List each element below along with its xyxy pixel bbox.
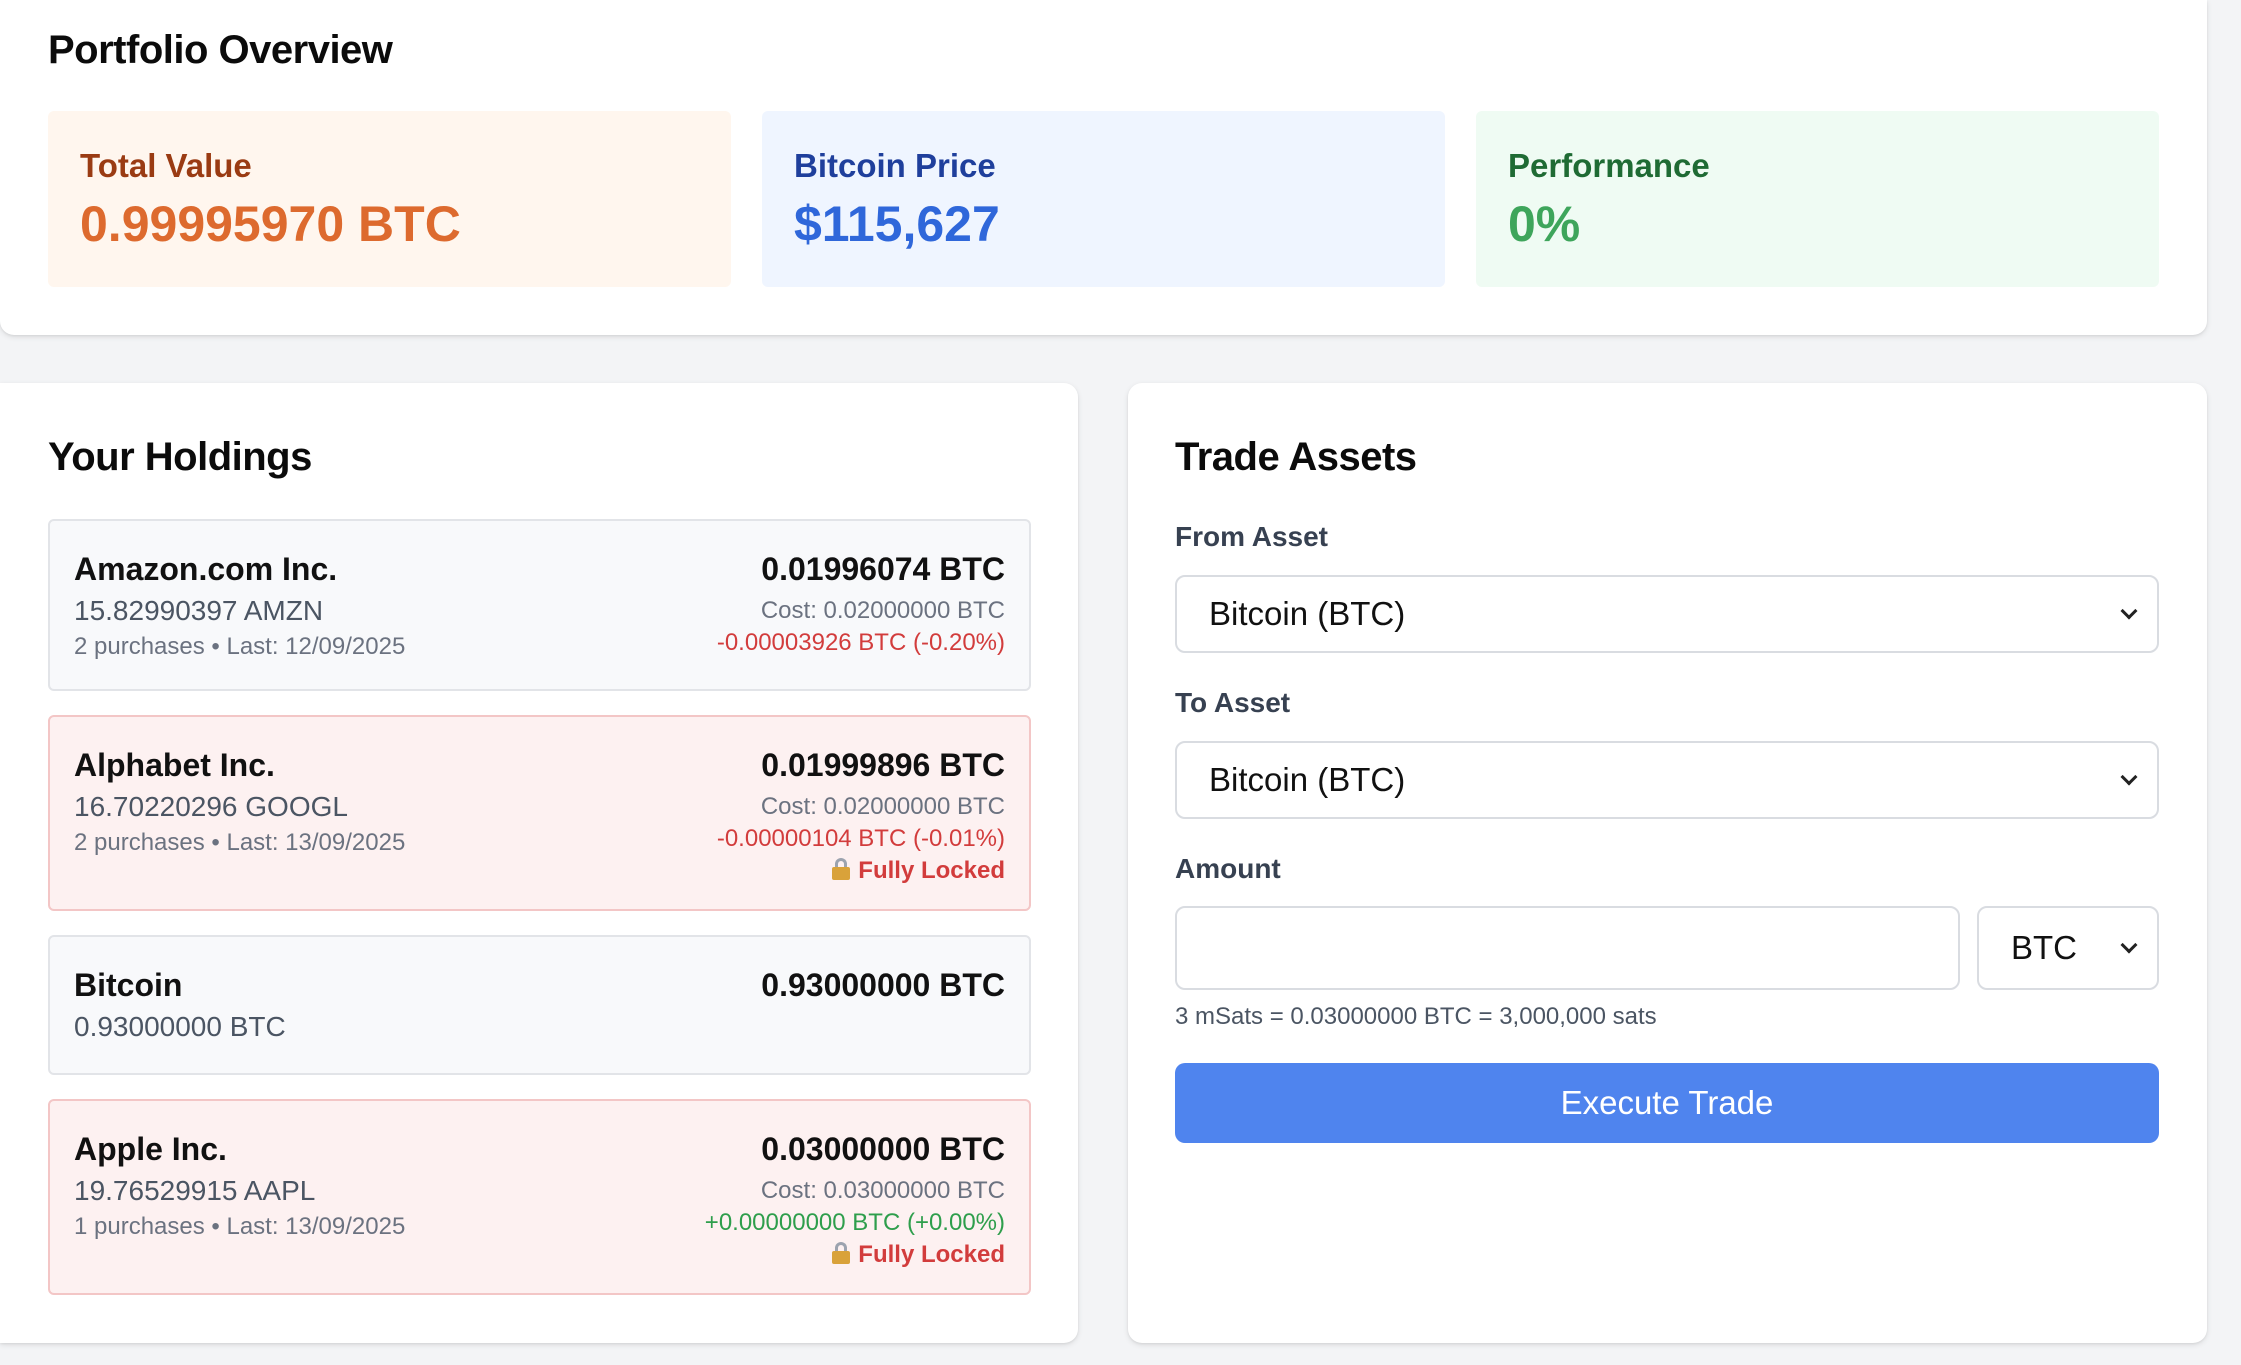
total-value-card: Total Value 0.99995970 BTC bbox=[48, 111, 731, 287]
from-asset-label: From Asset bbox=[1175, 521, 1329, 552]
bitcoin-price-card: Bitcoin Price $115,627 bbox=[762, 111, 1445, 287]
holding-cost: Cost: 0.03000000 BTC bbox=[760, 1177, 1005, 1204]
holding-quantity: 15.82990397 AMZN bbox=[74, 595, 324, 626]
holding-item-alphabet[interactable]: Alphabet Inc. 16.70220296 GOOGL 2 purcha… bbox=[48, 715, 1031, 911]
to-asset-value: Bitcoin (BTC) bbox=[1209, 761, 1406, 798]
holding-pnl: -0.00003926 BTC (-0.20%) bbox=[716, 629, 1005, 656]
holding-meta: 1 purchases • Last: 13/09/2025 bbox=[74, 1213, 406, 1240]
holding-name: Bitcoin bbox=[74, 967, 183, 1003]
holding-pnl: +0.00000000 BTC (+0.00%) bbox=[704, 1209, 1005, 1236]
portfolio-overview-card: Portfolio Overview Total Value 0.9999597… bbox=[0, 0, 2207, 335]
conversion-hint: 3 mSats = 0.03000000 BTC = 3,000,000 sat… bbox=[1175, 1003, 1657, 1030]
holding-name: Alphabet Inc. bbox=[74, 747, 275, 783]
amount-unit-value: BTC bbox=[2011, 929, 2077, 966]
lock-status: Fully Locked bbox=[832, 857, 1005, 885]
to-asset-select[interactable]: Bitcoin (BTC) bbox=[1175, 741, 2159, 819]
performance-card: Performance 0% bbox=[1476, 111, 2159, 287]
chevron-down-icon bbox=[2120, 936, 2138, 954]
holdings-title: Your Holdings bbox=[48, 435, 312, 479]
trade-card: Trade Assets From Asset Bitcoin (BTC) To… bbox=[1128, 383, 2207, 1343]
chevron-down-icon bbox=[2120, 768, 2138, 786]
holding-value: 0.01999896 BTC bbox=[761, 747, 1005, 783]
bitcoin-price-label: Bitcoin Price bbox=[794, 147, 996, 184]
total-value-label: Total Value bbox=[80, 147, 252, 184]
lock-status: Fully Locked bbox=[832, 1241, 1005, 1269]
holding-quantity: 16.70220296 GOOGL bbox=[74, 791, 348, 822]
lock-icon bbox=[832, 1242, 851, 1264]
holding-value: 0.03000000 BTC bbox=[761, 1131, 1005, 1167]
lock-status-label: Fully Locked bbox=[858, 857, 1005, 884]
holding-value: 0.93000000 BTC bbox=[761, 967, 1005, 1003]
holding-item-amazon[interactable]: Amazon.com Inc. 15.82990397 AMZN 2 purch… bbox=[48, 519, 1031, 691]
amount-label: Amount bbox=[1175, 853, 1281, 884]
holding-quantity: 0.93000000 BTC bbox=[74, 1011, 286, 1042]
from-asset-value: Bitcoin (BTC) bbox=[1209, 595, 1406, 632]
holding-value: 0.01996074 BTC bbox=[761, 551, 1005, 587]
holding-meta: 2 purchases • Last: 12/09/2025 bbox=[74, 633, 406, 660]
holding-cost: Cost: 0.02000000 BTC bbox=[760, 597, 1005, 624]
lock-icon bbox=[832, 858, 851, 880]
chevron-down-icon bbox=[2120, 602, 2138, 620]
holding-meta: 2 purchases • Last: 13/09/2025 bbox=[74, 829, 406, 856]
trade-title: Trade Assets bbox=[1175, 435, 1417, 479]
to-asset-label: To Asset bbox=[1175, 687, 1291, 718]
holding-item-apple[interactable]: Apple Inc. 19.76529915 AAPL 1 purchases … bbox=[48, 1099, 1031, 1295]
performance-amount: 0% bbox=[1508, 196, 1581, 252]
portfolio-overview-title: Portfolio Overview bbox=[48, 28, 393, 72]
holding-name: Apple Inc. bbox=[74, 1131, 227, 1167]
total-value-amount: 0.99995970 BTC bbox=[80, 196, 461, 252]
amount-unit-select[interactable]: BTC bbox=[1977, 906, 2159, 990]
holding-item-bitcoin[interactable]: Bitcoin 0.93000000 BTC 0.93000000 BTC bbox=[48, 935, 1031, 1075]
holdings-card: Your Holdings Amazon.com Inc. 15.8299039… bbox=[0, 383, 1078, 1343]
execute-trade-button[interactable]: Execute Trade bbox=[1175, 1063, 2159, 1143]
performance-label: Performance bbox=[1508, 147, 1710, 184]
bitcoin-price-amount: $115,627 bbox=[794, 196, 1000, 252]
holding-cost: Cost: 0.02000000 BTC bbox=[760, 793, 1005, 820]
holding-pnl: -0.00000104 BTC (-0.01%) bbox=[716, 825, 1005, 852]
amount-input[interactable] bbox=[1175, 906, 1960, 990]
holding-quantity: 19.76529915 AAPL bbox=[74, 1175, 316, 1206]
lock-status-label: Fully Locked bbox=[858, 1241, 1005, 1268]
holding-name: Amazon.com Inc. bbox=[74, 551, 338, 587]
from-asset-select[interactable]: Bitcoin (BTC) bbox=[1175, 575, 2159, 653]
